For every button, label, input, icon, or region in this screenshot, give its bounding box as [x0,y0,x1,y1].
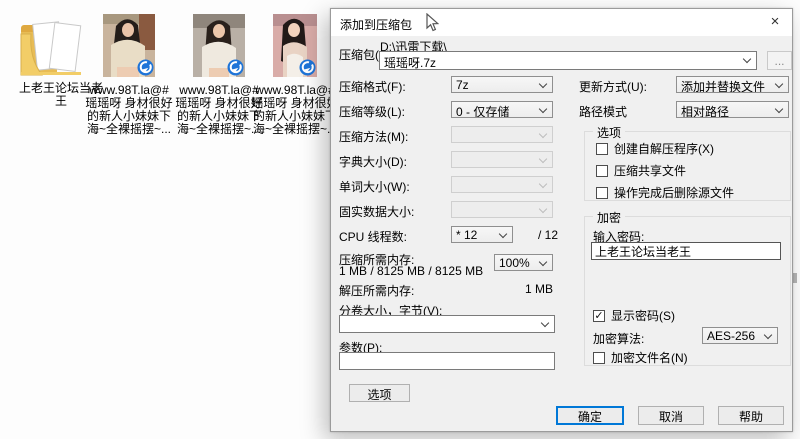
chevron-down-icon [538,179,548,189]
word-size-combobox [451,176,553,193]
checkbox-box[interactable] [596,142,608,155]
chevron-down-icon [538,204,548,214]
memory-decompress-value: 1 MB [524,282,553,296]
icon-caption: www.98T.la@# 瑶瑶呀 身材很好 的新人小妹妹下 海~全裸摇摆~... [251,83,339,136]
encryption-method-label: 加密算法: [593,332,645,346]
icon-caption: www.98T.la@# 瑶瑶呀 身材很好 的新人小妹妹下 海~全裸摇摆~... [85,83,173,136]
path-mode-combobox[interactable]: 相对路径 [676,101,789,118]
dictionary-combobox [451,151,553,168]
add-to-archive-dialog: 添加到压缩包 × 压缩包(A) D:\迅雷下载\ 瑶瑶呀.7z ... 压缩格式… [330,8,793,432]
encryption-method-combobox[interactable]: AES-256 [702,327,778,344]
dialog-titlebar[interactable]: 添加到压缩包 × [331,9,792,36]
sfx-checkbox[interactable]: 创建自解压程序(X) [596,140,714,157]
mouse-cursor-icon [426,13,439,32]
chevron-down-icon[interactable] [742,54,752,64]
desktop: 上老王论坛当老王 www.98T.la@# 瑶瑶呀 身材很好 的新人小妹妹下 海… [0,0,800,439]
archive-name-combobox[interactable]: 瑶瑶呀.7z [379,51,757,70]
delete-after-checkbox[interactable]: 操作完成后删除源文件 [596,184,734,201]
memory-compress-value: 1 MB / 8125 MB / 8125 MB [339,264,484,278]
word-size-label: 单词大小(W): [339,180,410,194]
cpu-threads-combobox[interactable]: * 12 [451,226,513,243]
folder-icon [20,21,82,76]
ok-button[interactable]: 确定 [556,406,624,425]
cpu-threads-label: CPU 线程数: [339,230,408,244]
format-label: 压缩格式(F): [339,80,406,94]
chevron-down-icon[interactable] [763,330,773,340]
checkbox-box[interactable]: ✓ [593,309,605,322]
chevron-down-icon[interactable] [538,257,548,267]
chevron-down-icon[interactable] [774,79,784,89]
dictionary-label: 字典大小(D): [339,155,407,169]
show-password-checkbox[interactable]: ✓ 显示密码(S) [593,307,675,324]
browse-button[interactable]: ... [767,51,792,70]
format-combobox[interactable]: 7z [451,76,553,93]
volume-size-combobox[interactable] [339,315,555,333]
play-overlay-icon [137,59,154,76]
shared-files-checkbox[interactable]: 压缩共享文件 [596,162,686,179]
chevron-down-icon[interactable] [774,104,784,114]
method-combobox [451,126,553,143]
play-overlay-icon [227,59,244,76]
path-mode-label: 路径模式 [579,105,628,119]
close-icon[interactable]: × [758,9,792,36]
chevron-down-icon [538,129,548,139]
play-overlay-icon [299,59,316,76]
chevron-down-icon [538,154,548,164]
memory-percent-combobox[interactable]: 100% [494,254,553,271]
chevron-down-icon[interactable] [498,229,508,239]
thumbnail-image[interactable] [273,14,317,77]
update-mode-label: 更新方式(U): [579,80,647,94]
solid-block-label: 固实数据大小: [339,205,415,219]
update-mode-combobox[interactable]: 添加并替换文件 [676,76,789,93]
thumbnail-image[interactable] [103,14,155,77]
level-combobox[interactable]: 0 - 仅存储 [451,101,553,118]
checkbox-box[interactable] [593,351,605,364]
chevron-down-icon[interactable] [538,104,548,114]
parameters-input[interactable] [339,352,555,370]
checkbox-box[interactable] [596,164,608,177]
checkbox-box[interactable] [596,186,608,199]
password-input[interactable] [591,242,781,260]
encrypt-names-checkbox[interactable]: 加密文件名(N) [593,349,688,366]
chevron-down-icon[interactable] [538,79,548,89]
encryption-group-title: 加密 [593,209,626,226]
options-button[interactable]: 选项 [349,384,410,402]
cancel-button[interactable]: 取消 [638,406,704,425]
help-button[interactable]: 帮助 [718,406,784,425]
dialog-title: 添加到压缩包 [340,18,413,32]
chevron-down-icon[interactable] [540,318,550,328]
level-label: 压缩等级(L): [339,105,406,119]
method-label: 压缩方法(M): [339,130,409,144]
options-group-title: 选项 [593,124,626,141]
solid-block-combobox [451,201,553,218]
cpu-threads-max: / 12 [537,228,558,242]
thumbnail-image[interactable] [193,14,245,77]
memory-decompress-label: 解压所需内存: [339,284,415,298]
